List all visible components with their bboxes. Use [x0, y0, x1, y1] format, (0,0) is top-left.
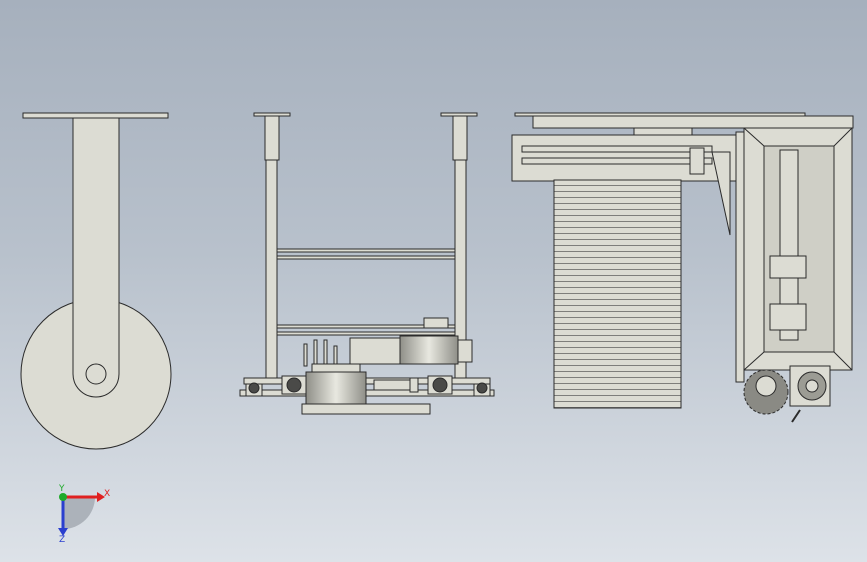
- motor-body: [399, 335, 459, 365]
- y-axis-icon: [59, 493, 67, 501]
- arm-rail: [521, 145, 713, 153]
- side-view-wheel: [20, 112, 172, 450]
- pin-1: [303, 343, 308, 367]
- turntable-base: [301, 403, 431, 415]
- base-rail-lower: [239, 389, 495, 397]
- crossbar-lower-2: [276, 331, 456, 336]
- lever: [791, 409, 801, 423]
- top-beam: [532, 115, 854, 129]
- x-axis-label: X: [104, 489, 110, 499]
- pin-3: [323, 339, 328, 367]
- mount-plate: [22, 112, 169, 119]
- column-right: [452, 115, 468, 161]
- sprocket-hub: [755, 375, 777, 397]
- caster-right: [473, 382, 491, 397]
- drive-gear-hub: [805, 379, 819, 393]
- pin-2: [313, 339, 318, 367]
- fork-arm: [72, 117, 120, 398]
- spring-cap: [409, 377, 419, 393]
- carriage-block-2: [769, 303, 807, 331]
- base-rail: [243, 377, 491, 385]
- caster-left: [245, 382, 263, 397]
- carriage-block-1: [769, 255, 807, 279]
- arm-rail-2: [521, 157, 713, 165]
- crossbar-upper-2: [276, 255, 456, 260]
- arm-tip: [689, 147, 705, 175]
- axle: [85, 363, 107, 385]
- turntable-top: [311, 363, 361, 373]
- cad-viewport[interactable]: X Y Z: [0, 0, 867, 562]
- brace: [711, 151, 731, 236]
- mast: [735, 131, 745, 383]
- column-left-lower: [265, 159, 278, 381]
- triad-quadrant: [63, 497, 95, 529]
- pin-4: [333, 345, 338, 367]
- front-view-frame: [239, 112, 495, 415]
- slat-curtain: [553, 179, 682, 409]
- motor-bracket: [423, 317, 449, 329]
- crossbar-upper: [276, 248, 456, 253]
- gearbox: [349, 337, 401, 365]
- y-axis-label: Y: [58, 484, 65, 494]
- caster-mid-left: [281, 375, 307, 395]
- orientation-triad[interactable]: X Y Z: [58, 484, 110, 545]
- z-axis-label: Z: [59, 535, 65, 545]
- side-view-mechanism: [511, 112, 854, 423]
- drawing-canvas: X Y Z: [20, 112, 854, 545]
- spring-unit: [373, 379, 415, 391]
- column-left: [264, 115, 280, 161]
- caster-mid-right: [427, 375, 453, 395]
- motor-endcap: [457, 339, 473, 363]
